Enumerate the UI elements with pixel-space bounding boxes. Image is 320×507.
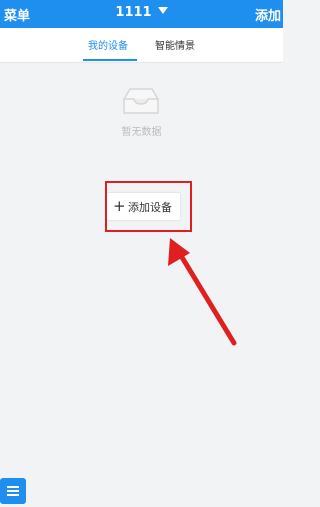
menu-lines-icon [7, 486, 19, 496]
tab-smart-scenes[interactable]: 智能情景 [155, 37, 195, 52]
add-button[interactable]: 添加 [255, 5, 281, 24]
home-selector[interactable]: 1111 [0, 5, 283, 20]
tab-bar: 我的设备 智能情景 [0, 28, 283, 63]
annotation-arrow [168, 238, 237, 346]
annotation-highlight-box [105, 181, 192, 232]
floating-menu-button[interactable] [0, 478, 26, 504]
header-bar: 菜单 1111 添加 [0, 0, 283, 28]
empty-state-text: 暂无数据 [121, 127, 162, 138]
caret-down-icon [157, 7, 168, 14]
active-tab-indicator [83, 59, 137, 61]
home-title: 1111 [115, 5, 152, 20]
tab-my-devices[interactable]: 我的设备 [88, 37, 128, 52]
empty-inbox-icon [123, 88, 159, 114]
